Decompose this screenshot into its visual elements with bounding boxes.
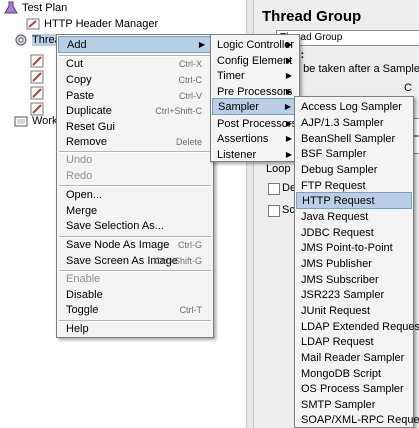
menu-item-undo[interactable]: Undo bbox=[58, 151, 212, 168]
menu-item-save-node-as-image[interactable]: Save Node As Image Ctrl-G bbox=[58, 236, 212, 253]
menu-item-sampler[interactable]: Sampler ▶ bbox=[212, 98, 298, 115]
menu-item-junit-request[interactable]: JUnit Request bbox=[296, 302, 412, 319]
menu-item-open[interactable]: Open... bbox=[58, 186, 212, 203]
chevron-right-icon: ▶ bbox=[285, 71, 292, 80]
tree-label: HTTP Header Manager bbox=[44, 18, 159, 30]
menu-item-help[interactable]: Help bbox=[58, 320, 212, 337]
menu-item-soap-xml-rpc-request[interactable]: SOAP/XML-RPC Request bbox=[296, 411, 419, 428]
tree-node-test-plan[interactable]: Test Plan bbox=[4, 0, 67, 16]
menu-item-cut[interactable]: Cut Ctrl-X bbox=[58, 55, 212, 72]
tree-node-child-3[interactable] bbox=[30, 85, 48, 101]
menu-item-access-log-sampler[interactable]: Access Log Sampler bbox=[296, 98, 412, 115]
menu-item-java-request[interactable]: Java Request bbox=[296, 208, 412, 225]
menu-item-debug-sampler[interactable]: Debug Sampler bbox=[296, 161, 412, 178]
chevron-right-icon: ▶ bbox=[285, 40, 292, 49]
menu-item-ajp-sampler[interactable]: AJP/1.3 Sampler bbox=[296, 114, 412, 131]
chevron-right-icon: ▶ bbox=[284, 102, 291, 111]
menu-item-redo[interactable]: Redo bbox=[58, 167, 212, 184]
menu-item-bsf-sampler[interactable]: BSF Sampler bbox=[296, 145, 412, 162]
radio-continue-label[interactable]: C bbox=[404, 82, 412, 94]
delay-thread-checkbox[interactable] bbox=[268, 183, 280, 195]
tree-node-child-2[interactable] bbox=[30, 69, 48, 85]
menu-item-jsr223-sampler[interactable]: JSR223 Sampler bbox=[296, 286, 412, 303]
wrench-icon bbox=[26, 18, 40, 30]
pen-icon bbox=[30, 70, 44, 84]
context-menu: Add ▶ Cut Ctrl-X Copy Ctrl-C Paste Ctrl-… bbox=[56, 34, 214, 338]
menu-item-save-screen-as-image[interactable]: Save Screen As Image Ctrl+Shift-G bbox=[58, 252, 212, 269]
chevron-right-icon: ▶ bbox=[285, 134, 292, 143]
menu-item-add[interactable]: Add ▶ bbox=[58, 36, 212, 53]
pen-icon bbox=[30, 86, 44, 100]
menu-item-ldap-request[interactable]: LDAP Request bbox=[296, 333, 412, 350]
chevron-right-icon: ▶ bbox=[285, 119, 292, 128]
flask-icon bbox=[4, 1, 18, 14]
chevron-right-icon: ▶ bbox=[285, 150, 292, 159]
sampler-submenu: Access Log Sampler AJP/1.3 Sampler BeanS… bbox=[294, 96, 419, 428]
add-submenu: Logic Controller ▶ Config Element ▶ Time… bbox=[210, 34, 300, 162]
menu-item-save-selection-as[interactable]: Save Selection As... bbox=[58, 217, 212, 234]
menu-item-logic-controller[interactable]: Logic Controller ▶ bbox=[212, 36, 298, 53]
menu-item-timer[interactable]: Timer ▶ bbox=[212, 67, 298, 84]
menu-item-listener[interactable]: Listener ▶ bbox=[212, 146, 298, 163]
menu-item-assertions[interactable]: Assertions ▶ bbox=[212, 130, 298, 147]
menu-item-copy[interactable]: Copy Ctrl-C bbox=[58, 71, 212, 88]
workbench-icon bbox=[14, 116, 28, 127]
menu-item-jms-publisher[interactable]: JMS Publisher bbox=[296, 255, 412, 272]
tree-node-child-1[interactable] bbox=[30, 53, 48, 69]
panel-title: Thread Group bbox=[262, 8, 362, 25]
menu-item-jms-point-to-point[interactable]: JMS Point-to-Point bbox=[296, 239, 412, 256]
menu-item-toggle[interactable]: Toggle Ctrl-T bbox=[58, 301, 212, 318]
gear-icon bbox=[15, 34, 27, 46]
pen-icon bbox=[30, 54, 44, 68]
chevron-right-icon: ▶ bbox=[285, 87, 292, 96]
menu-item-mail-reader-sampler[interactable]: Mail Reader Sampler bbox=[296, 349, 412, 366]
menu-item-remove[interactable]: Remove Delete bbox=[58, 133, 212, 150]
menu-item-enable[interactable]: Enable bbox=[58, 270, 212, 287]
menu-item-os-process-sampler[interactable]: OS Process Sampler bbox=[296, 380, 412, 397]
chevron-right-icon: ▶ bbox=[198, 40, 205, 49]
menu-item-duplicate[interactable]: Duplicate Ctrl+Shift-C bbox=[58, 102, 212, 119]
menu-item-http-request[interactable]: HTTP Request bbox=[296, 192, 412, 209]
tree-label: Test Plan bbox=[22, 2, 68, 14]
sampler-error-action-label: o be taken after a Sampler e bbox=[294, 63, 419, 75]
tree-node-http-header-manager[interactable]: HTTP Header Manager bbox=[26, 16, 158, 32]
scheduler-checkbox[interactable] bbox=[268, 205, 280, 217]
chevron-right-icon: ▶ bbox=[285, 56, 292, 65]
